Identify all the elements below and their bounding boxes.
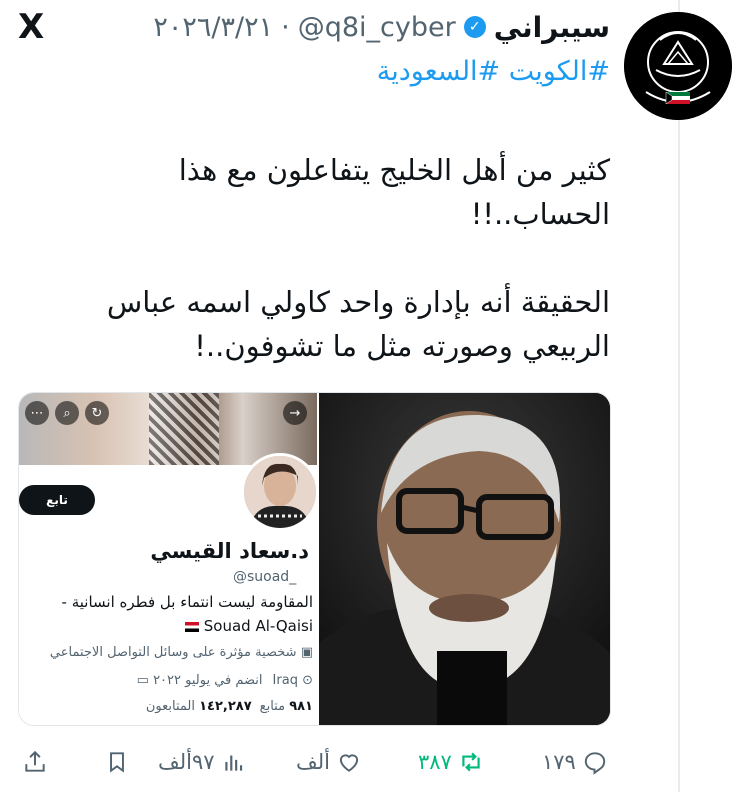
- bookmark-icon: [110, 752, 124, 773]
- share-button[interactable]: [22, 740, 48, 784]
- calendar-icon: ▭: [136, 673, 149, 688]
- verified-badge-icon: ✓: [463, 16, 486, 38]
- tweet-paragraph: الحقيقة أنه بإدارة واحد كاولي اسمه عباس …: [106, 285, 610, 363]
- heart-icon: [339, 754, 359, 772]
- like-count: ألف: [296, 750, 330, 774]
- avatar[interactable]: [624, 12, 732, 120]
- hashtags[interactable]: #الكويت #السعودية: [377, 56, 610, 87]
- profile-category-label: شخصية مؤثرة على وسائل التواصل الاجتماعي: [49, 645, 297, 660]
- profile-location: ⊙ Iraq: [273, 673, 313, 688]
- tweet-date[interactable]: ٢٠٢٦/٣/٢١: [153, 12, 273, 43]
- tweet-actions: ١٧٩ ٣٨٧ ألف ٩٧ألف: [0, 740, 660, 784]
- search-icon[interactable]: ⌕: [55, 401, 79, 425]
- location-label: Iraq: [272, 673, 298, 688]
- arrow-icon[interactable]: →: [283, 401, 307, 425]
- profile-meta: ⊙ Iraq انضم في يوليو ٢٠٢٢ ▭: [137, 673, 313, 688]
- following-label: متابع: [259, 699, 286, 714]
- followers-label: المتابعون: [145, 699, 195, 714]
- bookmark-button[interactable]: [104, 740, 130, 784]
- profile-bio-line: Souad Al-Qaisi: [203, 617, 313, 635]
- profile-name: د.سعاد القيسي: [150, 539, 309, 563]
- profile-joined: انضم في يوليو ٢٠٢٢ ▭: [137, 673, 263, 688]
- iraq-flag-icon: [184, 621, 199, 632]
- joined-label: انضم في يوليو ٢٠٢٢: [153, 673, 263, 688]
- profile-category: ▣ شخصية مؤثرة على وسائل التواصل الاجتماع…: [50, 645, 313, 660]
- views-count: ٩٧ألف: [158, 750, 215, 774]
- kuwait-emblem-icon: [624, 12, 732, 120]
- tweet-header: سيبراني ✓ @q8i_cyber · ٢٠٢٦/٣/٢١: [153, 10, 610, 44]
- refresh-icon[interactable]: ↻: [85, 401, 109, 425]
- briefcase-icon: ▣: [300, 645, 313, 660]
- location-pin-icon: ⊙: [302, 673, 313, 688]
- following-stat[interactable]: ٩٨١ متابع: [260, 699, 313, 714]
- followers-count: ١٤٢,٢٨٧: [199, 699, 252, 714]
- views-chart-icon: [224, 755, 242, 771]
- like-button[interactable]: ألف: [296, 740, 362, 784]
- following-count: ٩٨١: [289, 699, 313, 714]
- profile-handle: @suoad_: [233, 569, 297, 585]
- profile-photo: [244, 456, 316, 528]
- profile-avatar[interactable]: [241, 453, 319, 531]
- separator-dot: ·: [281, 11, 290, 43]
- tweet-text: كثير من أهل الخليج يتفاعلون مع هذا الحسا…: [45, 148, 610, 368]
- tweet-media[interactable]: ⋯ ⌕ ↻ → تابع د.سعاد القيسي @suoad_ المقا…: [18, 392, 611, 726]
- followers-stat[interactable]: ١٤٢,٢٨٧ المتابعون: [146, 699, 252, 714]
- repost-count: ٣٨٧: [418, 750, 452, 774]
- reply-icon: [584, 752, 606, 775]
- x-logo-icon[interactable]: X: [18, 10, 44, 44]
- follow-button[interactable]: تابع: [19, 485, 95, 515]
- author-name[interactable]: سيبراني: [494, 11, 610, 44]
- tweet-paragraph: كثير من أهل الخليج يتفاعلون مع هذا الحسا…: [178, 153, 610, 231]
- profile-stats: ٩٨١ متابع ١٤٢,٢٨٧ المتابعون: [146, 699, 313, 714]
- reply-button[interactable]: ١٧٩: [542, 740, 608, 784]
- man-portrait-image: [319, 393, 610, 725]
- author-handle[interactable]: @q8i_cyber: [298, 12, 456, 43]
- share-icon: [25, 750, 45, 772]
- repost-icon: [462, 752, 480, 772]
- more-icon[interactable]: ⋯: [25, 401, 49, 425]
- reply-count: ١٧٩: [542, 750, 576, 774]
- profile-bio-english: Souad Al-Qaisi: [184, 617, 313, 635]
- profile-bio: المقاومة ليست انتماء بل فطره انسانية -: [61, 593, 313, 611]
- photo[interactable]: [319, 393, 610, 725]
- banner-image: [149, 393, 219, 465]
- profile-screenshot[interactable]: ⋯ ⌕ ↻ → تابع د.سعاد القيسي @suoad_ المقا…: [19, 393, 319, 725]
- repost-button[interactable]: ٣٨٧: [418, 740, 484, 784]
- views-button[interactable]: ٩٧ألف: [158, 740, 247, 784]
